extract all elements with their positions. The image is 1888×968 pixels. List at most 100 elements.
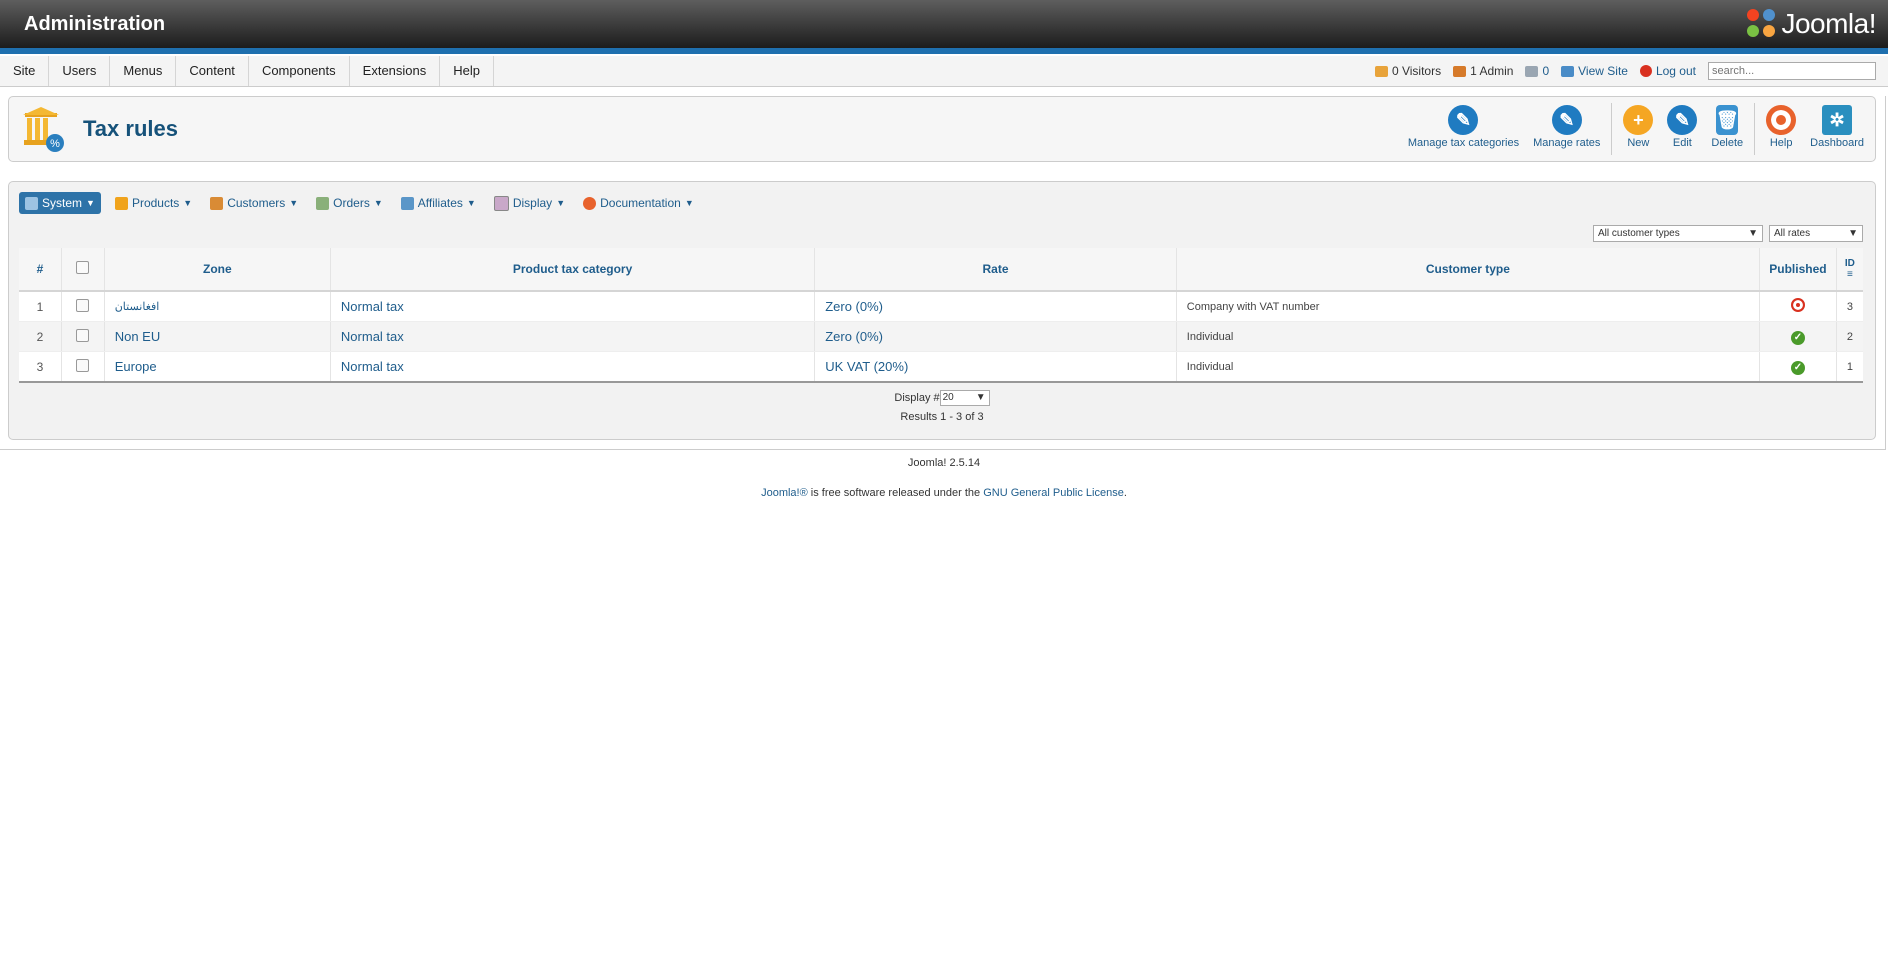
- page-title: Tax rules: [83, 116, 178, 141]
- row-id: 3: [1836, 291, 1863, 322]
- manage-tax-categories-label: Manage tax categories: [1407, 137, 1520, 149]
- subnav-products-label: Products: [131, 196, 180, 210]
- rate-filter[interactable]: All rates ▼: [1769, 225, 1863, 242]
- admins-count: 1 Admin: [1470, 64, 1514, 78]
- affiliates-icon: [400, 196, 414, 210]
- customer-type: Company with VAT number: [1176, 291, 1761, 322]
- manage-rates-label: Manage rates: [1533, 137, 1601, 149]
- select-all-checkbox[interactable]: [76, 261, 90, 274]
- content-border-right: [1885, 96, 1886, 450]
- table-row: 3 Europe Normal tax UK VAT (20%) Individ…: [19, 351, 1863, 383]
- lifebuoy-icon: [1766, 105, 1797, 135]
- col-zone[interactable]: Zone: [104, 248, 331, 292]
- category-link[interactable]: Normal tax: [330, 291, 816, 322]
- subnav-affiliates[interactable]: Affiliates ▼: [397, 193, 480, 213]
- edit-label: Edit: [1672, 137, 1692, 149]
- wand-icon: [25, 196, 38, 210]
- plus-icon: +: [1623, 105, 1654, 135]
- menu-help[interactable]: Help: [440, 56, 494, 86]
- subnav-display[interactable]: Display ▼: [490, 193, 569, 214]
- messages-status[interactable]: 0: [1525, 64, 1549, 78]
- menu-components[interactable]: Components: [249, 56, 350, 86]
- zone-link[interactable]: Non EU: [104, 321, 331, 352]
- rate-link[interactable]: Zero (0%): [814, 291, 1177, 322]
- menu-extensions[interactable]: Extensions: [350, 56, 441, 86]
- toolbar-box: % Tax rules ✎ Manage tax categories ✎ Ma…: [8, 96, 1876, 162]
- category-link[interactable]: Normal tax: [330, 351, 816, 383]
- visitors-status: 0 Visitors: [1374, 64, 1441, 78]
- logout-label[interactable]: Log out: [1656, 64, 1696, 78]
- published-cell: [1759, 291, 1837, 322]
- col-id-label: ID: [1844, 258, 1855, 269]
- new-button[interactable]: + New: [1616, 101, 1660, 157]
- gpl-link[interactable]: GNU General Public License: [983, 487, 1124, 499]
- subnav-display-label: Display: [512, 196, 553, 210]
- dashboard-button[interactable]: ✲ Dashboard: [1803, 101, 1871, 157]
- menu-site[interactable]: Site: [0, 56, 50, 86]
- table-row: 2 Non EU Normal tax Zero (0%) Individual…: [19, 321, 1863, 352]
- menu-content[interactable]: Content: [176, 56, 249, 86]
- rate-link[interactable]: Zero (0%): [814, 321, 1177, 352]
- edit-button[interactable]: ✎ Edit: [1660, 101, 1704, 157]
- status-bar: 0 Visitors 1 Admin 0 View Site Log out: [1374, 56, 1876, 86]
- subnav-orders[interactable]: Orders ▼: [312, 193, 387, 213]
- box-icon: [114, 196, 128, 210]
- license-suffix: .: [1123, 487, 1127, 499]
- col-published[interactable]: Published: [1759, 248, 1837, 292]
- search-input[interactable]: [1708, 62, 1876, 80]
- svg-text:%: %: [50, 138, 60, 150]
- row-id: 2: [1836, 321, 1863, 352]
- zone-link[interactable]: افغانستان: [104, 291, 331, 322]
- joomla-logo-text: Joomla!: [1781, 8, 1876, 39]
- new-label: New: [1627, 137, 1650, 149]
- row-checkbox[interactable]: [76, 358, 90, 372]
- zone-link[interactable]: Europe: [104, 351, 331, 383]
- row-num: 3: [19, 351, 62, 383]
- dashboard-label: Dashboard: [1810, 137, 1864, 149]
- col-category[interactable]: Product tax category: [330, 248, 816, 292]
- menu-menus[interactable]: Menus: [110, 56, 177, 86]
- row-checkbox[interactable]: [76, 328, 90, 342]
- logout-icon: [1639, 65, 1652, 77]
- customer-type-filter[interactable]: All customer types ▼: [1593, 225, 1763, 242]
- published-cell: ✓: [1759, 321, 1837, 352]
- tax-rules-table: # Zone Product tax category Rate Custome…: [19, 248, 1863, 383]
- admins-status: 1 Admin: [1453, 64, 1513, 78]
- rate-link[interactable]: UK VAT (20%): [814, 351, 1177, 383]
- manage-rates-button[interactable]: ✎ Manage rates: [1526, 101, 1607, 157]
- logout-link[interactable]: Log out: [1639, 64, 1696, 78]
- subnav-orders-label: Orders: [333, 196, 370, 210]
- category-link[interactable]: Normal tax: [330, 321, 816, 352]
- subnav-documentation-label: Documentation: [600, 196, 681, 210]
- manage-tax-categories-button[interactable]: ✎ Manage tax categories: [1401, 101, 1526, 157]
- results-count: Results 1 - 3 of 3: [900, 411, 984, 423]
- row-checkbox[interactable]: [76, 298, 90, 312]
- help-button[interactable]: Help: [1759, 101, 1803, 157]
- row-select: [61, 321, 105, 352]
- chevron-down-icon: ▼: [1748, 228, 1758, 239]
- subnav-system[interactable]: System ▼: [19, 192, 101, 214]
- footer-license: Joomla!® is free software released under…: [0, 487, 1888, 499]
- subnav-documentation[interactable]: Documentation ▼: [579, 193, 698, 213]
- subnav-customers[interactable]: Customers ▼: [206, 193, 302, 213]
- subnav-products[interactable]: Products ▼: [111, 193, 196, 213]
- menu-users[interactable]: Users: [49, 56, 111, 86]
- hikashop-submenu: System ▼ Products ▼ Customers ▼ Orders ▼…: [19, 192, 698, 214]
- col-rate[interactable]: Rate: [814, 248, 1177, 292]
- published-check-icon[interactable]: ✓: [1790, 360, 1805, 375]
- row-select: [61, 351, 105, 383]
- row-num: 2: [19, 321, 62, 352]
- col-customer-type[interactable]: Customer type: [1176, 248, 1761, 292]
- col-id[interactable]: ID ≡: [1836, 248, 1863, 292]
- display-limit-select[interactable]: 20 ▼: [939, 390, 990, 406]
- joomla-link[interactable]: Joomla!®: [761, 487, 808, 499]
- unpublished-icon[interactable]: [1790, 298, 1805, 312]
- view-site-link[interactable]: View Site: [1561, 64, 1628, 78]
- view-site-label[interactable]: View Site: [1578, 64, 1628, 78]
- admin-title: Administration: [24, 13, 166, 35]
- chevron-down-icon: ▼: [975, 392, 986, 403]
- rate-filter-value: All rates: [1774, 228, 1811, 239]
- delete-button[interactable]: 🗑 Delete: [1704, 101, 1750, 157]
- table-row: 1 افغانستان Normal tax Zero (0%) Company…: [19, 291, 1863, 322]
- published-check-icon[interactable]: ✓: [1790, 330, 1805, 345]
